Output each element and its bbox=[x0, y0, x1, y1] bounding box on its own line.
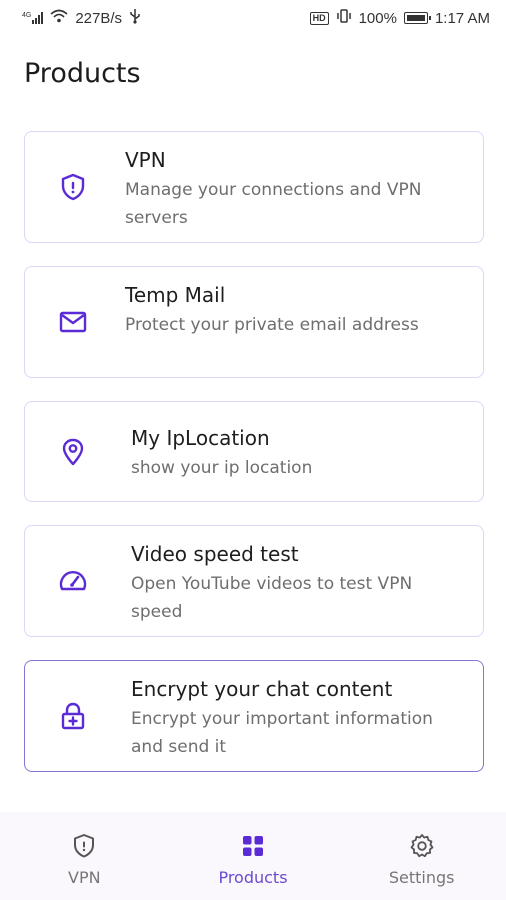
status-left: 4G 227B/s bbox=[22, 8, 141, 28]
shield-icon bbox=[57, 171, 89, 203]
nav-label: Settings bbox=[388, 868, 455, 887]
status-right: HD 100% 1:17 AM bbox=[309, 9, 490, 27]
battery-icon bbox=[403, 12, 431, 24]
grid-icon bbox=[239, 832, 267, 860]
product-description: show your ip location bbox=[131, 458, 313, 478]
battery-percent: 100% bbox=[358, 9, 397, 27]
wifi-icon bbox=[50, 9, 68, 27]
mail-icon bbox=[57, 306, 89, 338]
product-card-vpn[interactable]: VPN Manage your connections and VPN serv… bbox=[24, 131, 484, 243]
product-title: VPN bbox=[125, 148, 166, 172]
product-card-text: My IpLocation show your ip location bbox=[131, 424, 463, 482]
lock-plus-icon bbox=[57, 700, 89, 732]
product-card-video-speed-test[interactable]: Video speed test Open YouTube videos to … bbox=[24, 525, 484, 637]
gear-icon bbox=[408, 832, 436, 860]
network-type: 4G bbox=[22, 12, 32, 19]
status-bar: 4G 227B/s HD 100% 1:17 AM bbox=[0, 0, 506, 36]
network-speed: 227B/s bbox=[75, 9, 123, 27]
page-title: Products bbox=[24, 58, 141, 89]
product-card-my-iplocation[interactable]: My IpLocation show your ip location bbox=[24, 401, 484, 502]
location-pin-icon bbox=[57, 436, 89, 468]
usb-icon bbox=[129, 8, 141, 28]
product-card-text: Encrypt your chat content Encrypt your i… bbox=[131, 675, 463, 761]
nav-item-products[interactable]: Products bbox=[169, 812, 338, 900]
product-description: Encrypt your important information and s… bbox=[131, 709, 433, 757]
signal-icon: 4G bbox=[22, 12, 44, 24]
shield-icon bbox=[70, 832, 98, 860]
nav-label: VPN bbox=[68, 868, 101, 887]
clock: 1:17 AM bbox=[434, 9, 490, 27]
product-list: VPN Manage your connections and VPN serv… bbox=[24, 131, 484, 795]
nav-item-settings[interactable]: Settings bbox=[337, 812, 506, 900]
bottom-navigation: VPN Products Settings bbox=[0, 812, 506, 900]
product-card-text: Temp Mail Protect your private email add… bbox=[125, 281, 463, 339]
speedometer-icon bbox=[57, 565, 89, 597]
product-description: Protect your private email address bbox=[125, 315, 419, 335]
product-description: Open YouTube videos to test VPN speed bbox=[131, 574, 413, 622]
product-card-text: Video speed test Open YouTube videos to … bbox=[131, 540, 463, 626]
product-card-temp-mail[interactable]: Temp Mail Protect your private email add… bbox=[24, 266, 484, 378]
nav-item-vpn[interactable]: VPN bbox=[0, 812, 169, 900]
vibrate-icon bbox=[336, 9, 352, 27]
product-card-text: VPN Manage your connections and VPN serv… bbox=[125, 146, 463, 232]
product-title: Temp Mail bbox=[125, 283, 226, 307]
nav-label: Products bbox=[218, 868, 288, 887]
product-description: Manage your connections and VPN servers bbox=[125, 180, 422, 228]
hd-icon: HD bbox=[309, 11, 329, 25]
product-title: My IpLocation bbox=[131, 426, 270, 450]
product-title: Video speed test bbox=[131, 542, 299, 566]
product-card-encrypt-chat[interactable]: Encrypt your chat content Encrypt your i… bbox=[24, 660, 484, 772]
product-title: Encrypt your chat content bbox=[131, 677, 393, 701]
